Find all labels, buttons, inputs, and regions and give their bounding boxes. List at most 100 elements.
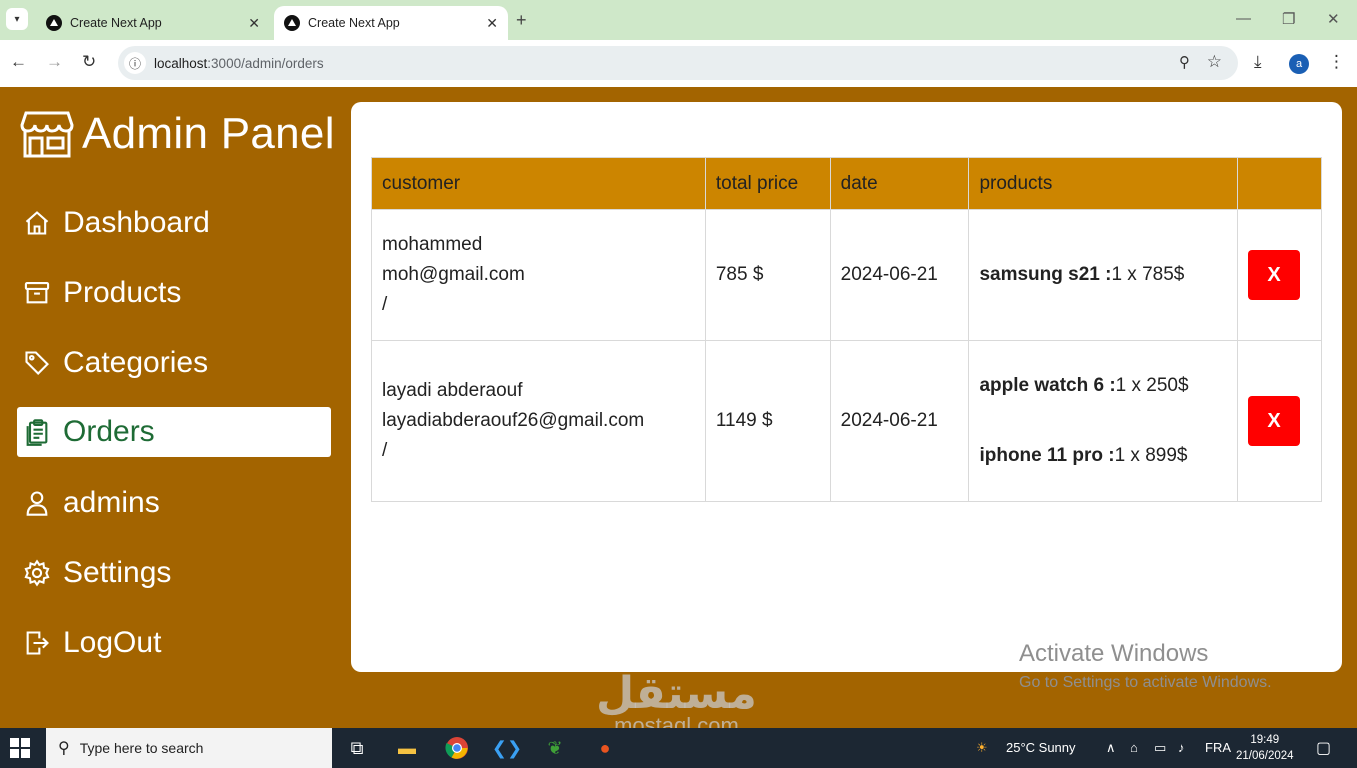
- close-tab-icon[interactable]: ✕: [486, 15, 498, 32]
- orders-table: customer total price date products moham…: [371, 157, 1323, 502]
- customer-cell: mohammed moh@gmail.com /: [371, 209, 706, 341]
- sidebar-item-dashboard[interactable]: Dashboard: [17, 198, 331, 248]
- delete-order-button[interactable]: X: [1247, 396, 1300, 446]
- bookmark-star-icon[interactable]: ☆: [1207, 52, 1222, 72]
- taskbar-clock[interactable]: 19:49 21/06/2024: [1236, 732, 1294, 764]
- customer-email: moh@gmail.com: [382, 264, 525, 285]
- sidebar-item-products[interactable]: Products: [17, 268, 331, 318]
- mongodb-compass-icon[interactable]: ❦: [542, 736, 568, 760]
- product-line: apple watch 6 :1 x 250$: [979, 371, 1227, 401]
- sidebar-item-label: Orders: [63, 415, 155, 448]
- sidebar-item-admins[interactable]: admins: [17, 478, 331, 528]
- search-icon: ⚲: [58, 740, 70, 757]
- product-spacer: [979, 401, 1227, 441]
- customer-name: mohammed: [382, 234, 483, 255]
- minimize-icon[interactable]: —: [1236, 10, 1251, 27]
- orders-panel: customer total price date products moham…: [351, 102, 1342, 672]
- more-menu-icon[interactable]: ⋮: [1328, 52, 1345, 72]
- postman-icon[interactable]: ●: [592, 736, 618, 760]
- network-icon[interactable]: ▭: [1154, 740, 1166, 756]
- customer-name: layadi abderaouf: [382, 380, 523, 401]
- gear-icon: [24, 559, 50, 587]
- taskbar-search-input[interactable]: ⚲ Type here to search: [46, 728, 332, 768]
- close-tab-icon[interactable]: ✕: [248, 15, 260, 32]
- sidebar-item-categories[interactable]: Categories: [17, 338, 331, 388]
- restore-icon[interactable]: ❐: [1282, 10, 1295, 28]
- browser-tab[interactable]: Create Next App ✕: [36, 6, 270, 40]
- column-header-actions: [1236, 157, 1323, 210]
- chrome-icon[interactable]: [444, 736, 470, 760]
- nextjs-favicon-icon: [46, 15, 62, 31]
- back-arrow-icon[interactable]: ←: [10, 52, 27, 72]
- tray-overflow-icon[interactable]: ∧: [1106, 740, 1116, 756]
- product-name: iphone 11 pro :: [979, 445, 1115, 466]
- volume-icon[interactable]: ♪: [1178, 740, 1185, 755]
- windows-start-icon[interactable]: [10, 738, 30, 758]
- address-bar[interactable]: ⓘ localhost:3000/admin/orders ⚲ ☆: [118, 46, 1238, 80]
- product-name: apple watch 6 :: [979, 375, 1116, 396]
- sidebar-item-label: Categories: [63, 346, 209, 379]
- browser-tab-active[interactable]: Create Next App ✕: [274, 6, 508, 40]
- sidebar-item-label: admins: [63, 486, 160, 519]
- column-header-products: products: [968, 157, 1238, 210]
- forward-arrow-icon[interactable]: →: [46, 52, 63, 72]
- clipboard-icon: [26, 419, 48, 446]
- reload-icon[interactable]: ↻: [82, 52, 96, 72]
- site-info-icon[interactable]: ⓘ: [124, 52, 146, 74]
- browser-tab-strip: ▾ Create Next App ✕ Create Next App ✕ + …: [0, 0, 1357, 40]
- column-header-customer: customer: [371, 157, 706, 210]
- zoom-icon[interactable]: ⚲: [1179, 53, 1190, 71]
- total-price-cell: 785 $: [704, 209, 831, 341]
- sidebar-item-label: Products: [63, 276, 182, 309]
- customer-email: layadiabderaouf26@gmail.com: [382, 410, 645, 431]
- vscode-icon[interactable]: ❮❯: [492, 736, 522, 760]
- delete-order-button[interactable]: X: [1247, 250, 1300, 300]
- tray-device-icon[interactable]: ⌂: [1130, 740, 1138, 755]
- column-header-date: date: [829, 157, 970, 210]
- file-explorer-icon[interactable]: ▬: [394, 736, 420, 760]
- activate-windows-watermark: Activate Windows Go to Settings to activ…: [1019, 640, 1272, 692]
- mostaql-arabic-logo: مستقل: [596, 668, 757, 719]
- profile-avatar[interactable]: a: [1289, 54, 1309, 74]
- sidebar-item-settings[interactable]: Settings: [17, 548, 331, 598]
- admin-sidebar: Admin Panel Dashboard Products Categorie…: [0, 87, 348, 728]
- brand-title: Admin Panel: [82, 109, 335, 158]
- brand: Admin Panel: [20, 109, 335, 159]
- activate-subtitle: Go to Settings to activate Windows.: [1019, 674, 1272, 691]
- tab-title: Create Next App: [70, 16, 162, 30]
- product-quantity: 1 x 250$: [1115, 375, 1189, 396]
- search-placeholder: Type here to search: [79, 740, 204, 756]
- customer-extra: /: [382, 440, 388, 461]
- notifications-icon[interactable]: ▢: [1316, 738, 1331, 758]
- column-header-total-price: total price: [704, 157, 831, 210]
- products-cell: apple watch 6 :1 x 250$ iphone 11 pro :1…: [968, 340, 1238, 502]
- input-language[interactable]: FRA: [1205, 740, 1231, 755]
- products-cell: samsung s21 :1 x 785$: [968, 209, 1238, 341]
- archive-box-icon: [24, 282, 50, 304]
- sidebar-item-orders[interactable]: Orders: [17, 407, 331, 457]
- product-line: iphone 11 pro :1 x 899$: [979, 441, 1227, 471]
- new-tab-icon[interactable]: +: [516, 10, 527, 31]
- product-name: samsung s21 :: [979, 264, 1112, 285]
- sidebar-item-logout[interactable]: LogOut: [17, 618, 331, 668]
- product-quantity: 1 x 899$: [1114, 445, 1188, 466]
- total-price-cell: 1149 $: [704, 340, 831, 502]
- weather-text[interactable]: 25°C Sunny: [1006, 740, 1076, 755]
- customer-cell: layadi abderaouf layadiabderaouf26@gmail…: [371, 340, 706, 502]
- task-view-icon[interactable]: ⧉: [344, 736, 370, 760]
- nextjs-favicon-icon: [284, 15, 300, 31]
- tab-search-chevron-icon[interactable]: ▾: [6, 8, 28, 30]
- product-line: samsung s21 :1 x 785$: [979, 260, 1227, 290]
- activate-title: Activate Windows: [1019, 640, 1209, 667]
- tab-title: Create Next App: [308, 16, 400, 30]
- home-icon: [25, 211, 49, 235]
- sidebar-item-label: Dashboard: [63, 206, 210, 239]
- table-header-row: customer total price date products: [371, 157, 1323, 210]
- close-window-icon[interactable]: ✕: [1327, 10, 1340, 28]
- download-icon[interactable]: ⤓: [1254, 52, 1262, 72]
- actions-cell: X: [1236, 340, 1323, 502]
- sidebar-item-label: LogOut: [63, 626, 162, 659]
- table-row: mohammed moh@gmail.com / 785 $ 2024-06-2…: [371, 209, 1323, 341]
- product-quantity: 1 x 785$: [1111, 264, 1185, 285]
- weather-icon[interactable]: ☀: [976, 740, 988, 756]
